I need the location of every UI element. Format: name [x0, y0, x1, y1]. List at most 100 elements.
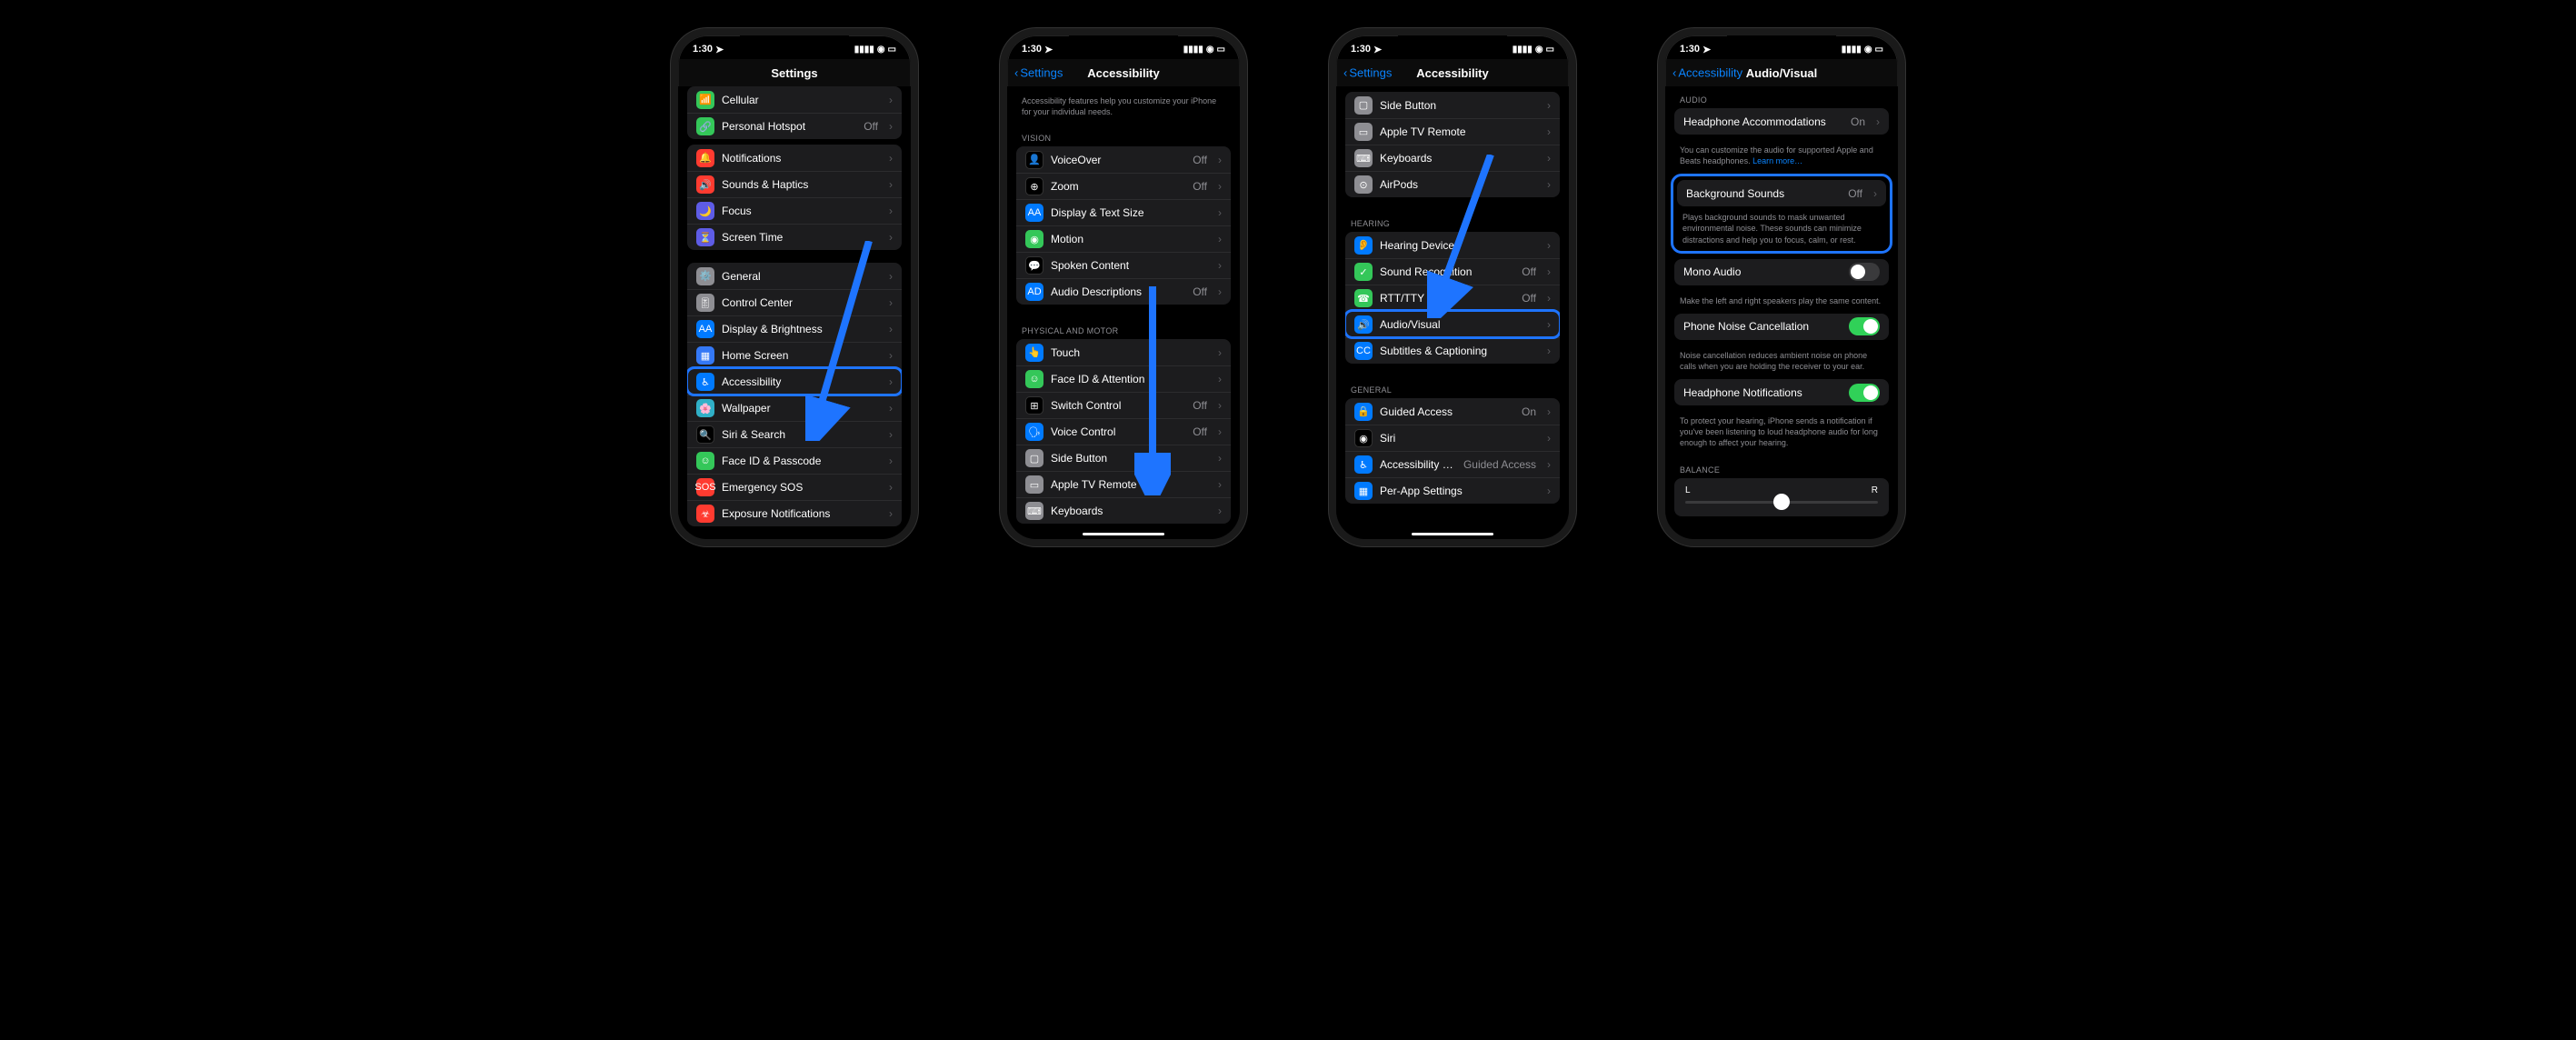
- row-notifications[interactable]: 🔔Notifications›: [687, 145, 902, 171]
- row-voice-control[interactable]: 🗣Voice ControlOff›: [1016, 418, 1231, 445]
- rtt-tty-icon: ☎: [1354, 289, 1373, 307]
- row-face-id-attention[interactable]: ☺Face ID & Attention›: [1016, 365, 1231, 392]
- location-icon: ➤: [1702, 44, 1711, 55]
- row-background-sounds[interactable]: Background Sounds Off ›: [1677, 180, 1886, 206]
- chevron-right-icon: ›: [1873, 187, 1877, 200]
- row-switch-control[interactable]: ⊞Switch ControlOff›: [1016, 392, 1231, 418]
- row-label: Side Button: [1380, 99, 1536, 112]
- row-value: Off: [1193, 154, 1207, 166]
- back-button[interactable]: ‹Accessibility: [1672, 66, 1742, 80]
- back-label: Settings: [1349, 66, 1392, 80]
- row-value: Off: [1522, 292, 1536, 305]
- row-voiceover[interactable]: 👤VoiceOverOff›: [1016, 146, 1231, 173]
- side-button-icon: ▢: [1025, 449, 1043, 467]
- row-general[interactable]: ⚙️General›: [687, 263, 902, 289]
- row-sounds-haptics[interactable]: 🔊Sounds & Haptics›: [687, 171, 902, 197]
- back-button[interactable]: ‹Settings: [1014, 66, 1063, 80]
- row-emergency-sos[interactable]: SOSEmergency SOS›: [687, 474, 902, 500]
- row-home-screen[interactable]: ▦Home Screen›: [687, 342, 902, 368]
- row-label: Keyboards: [1051, 505, 1207, 517]
- row-screen-time[interactable]: ⏳Screen Time›: [687, 224, 902, 250]
- row-display-text-size[interactable]: AADisplay & Text Size›: [1016, 199, 1231, 225]
- row-headphone-notifications[interactable]: Headphone Notifications: [1674, 379, 1889, 405]
- hearing-devices-icon: 👂: [1354, 236, 1373, 255]
- row-headphone-accommodations[interactable]: Headphone Accommodations On ›: [1674, 108, 1889, 135]
- row-hearing-devices[interactable]: 👂Hearing Devices›: [1345, 232, 1560, 258]
- row-value: Off: [1193, 180, 1207, 193]
- row-side-button[interactable]: ▢Side Button›: [1016, 445, 1231, 471]
- footer-mono-audio: Make the left and right speakers play th…: [1665, 291, 1898, 314]
- row-rtt-tty[interactable]: ☎RTT/TTYOff›: [1345, 285, 1560, 311]
- row-motion[interactable]: ◉Motion›: [1016, 225, 1231, 252]
- row-personal-hotspot[interactable]: 🔗Personal HotspotOff›: [687, 113, 902, 139]
- content-scroll[interactable]: ▢Side Button›▭Apple TV Remote›⌨Keyboards…: [1336, 86, 1569, 539]
- row-apple-tv-remote[interactable]: ▭Apple TV Remote›: [1016, 471, 1231, 497]
- row-label: Siri & Search: [722, 428, 878, 441]
- row-label: Apple TV Remote: [1051, 478, 1207, 491]
- row-focus[interactable]: 🌙Focus›: [687, 197, 902, 224]
- guided-access-icon: 🔒: [1354, 403, 1373, 421]
- section-hearing: Hearing: [1336, 210, 1569, 232]
- row-airpods[interactable]: ⊙AirPods›: [1345, 171, 1560, 197]
- voice-control-icon: 🗣: [1025, 423, 1043, 441]
- row-control-center[interactable]: 🎚Control Center›: [687, 289, 902, 315]
- phone-noise-cancellation-toggle[interactable]: [1849, 317, 1880, 335]
- row-per-app-settings[interactable]: ▦Per-App Settings›: [1345, 477, 1560, 504]
- display-brightness-icon: AA: [696, 320, 714, 338]
- row-wallpaper[interactable]: 🌸Wallpaper›: [687, 395, 902, 421]
- group-vision: 👤VoiceOverOff›⊕ZoomOff›AADisplay & Text …: [1016, 146, 1231, 305]
- chevron-right-icon: ›: [1547, 432, 1551, 445]
- row-exposure-notifications[interactable]: ☣Exposure Notifications›: [687, 500, 902, 526]
- row-label: Screen Time: [722, 231, 878, 244]
- headphone-notifications-toggle[interactable]: [1849, 384, 1880, 402]
- group-background-sounds: Background Sounds Off ›: [1677, 180, 1886, 206]
- row-accessibility[interactable]: ♿︎Accessibility›: [687, 368, 902, 395]
- chevron-right-icon: ›: [1547, 125, 1551, 138]
- chevron-right-icon: ›: [1218, 259, 1222, 272]
- audio-visual-icon: 🔊: [1354, 315, 1373, 334]
- content-scroll[interactable]: 📶Cellular›🔗Personal HotspotOff› 🔔Notific…: [678, 86, 911, 539]
- chevron-right-icon: ›: [1218, 346, 1222, 359]
- mono-audio-toggle[interactable]: [1849, 263, 1880, 281]
- row-keyboards[interactable]: ⌨Keyboards›: [1016, 497, 1231, 524]
- chevron-right-icon: ›: [889, 507, 893, 520]
- row-label: Notifications: [722, 152, 878, 165]
- balance-slider-thumb[interactable]: [1773, 494, 1790, 510]
- back-button[interactable]: ‹Settings: [1343, 66, 1392, 80]
- row-touch[interactable]: 👆Touch›: [1016, 339, 1231, 365]
- row-side-button[interactable]: ▢Side Button›: [1345, 92, 1560, 118]
- content-scroll[interactable]: Accessibility features help you customiz…: [1007, 86, 1240, 539]
- learn-more-link[interactable]: Learn more…: [1752, 156, 1802, 165]
- home-indicator[interactable]: [1083, 533, 1164, 535]
- row-label: Focus: [722, 205, 878, 217]
- apple-tv-remote-icon: ▭: [1025, 475, 1043, 494]
- row-face-id-passcode[interactable]: ☺Face ID & Passcode›: [687, 447, 902, 474]
- row-label: Headphone Notifications: [1683, 386, 1842, 399]
- page-title: Accessibility: [1416, 66, 1489, 80]
- chevron-right-icon: ›: [889, 270, 893, 283]
- row-guided-access[interactable]: 🔒Guided AccessOn›: [1345, 398, 1560, 425]
- content-scroll[interactable]: Audio Headphone Accommodations On › You …: [1665, 86, 1898, 539]
- balance-slider[interactable]: [1685, 501, 1878, 504]
- row-zoom[interactable]: ⊕ZoomOff›: [1016, 173, 1231, 199]
- row-apple-tv-remote[interactable]: ▭Apple TV Remote›: [1345, 118, 1560, 145]
- row-siri[interactable]: ◉Siri›: [1345, 425, 1560, 451]
- row-subtitles-captioning[interactable]: CCSubtitles & Captioning›: [1345, 337, 1560, 364]
- row-audio-descriptions[interactable]: ADAudio DescriptionsOff›: [1016, 278, 1231, 305]
- nav-bar: Settings: [678, 59, 911, 86]
- row-sound-recognition[interactable]: ✓Sound RecognitionOff›: [1345, 258, 1560, 285]
- balance-left-label: L: [1685, 485, 1691, 495]
- row-mono-audio[interactable]: Mono Audio: [1674, 259, 1889, 285]
- row-display-brightness[interactable]: AADisplay & Brightness›: [687, 315, 902, 342]
- row-siri-search[interactable]: 🔍Siri & Search›: [687, 421, 902, 447]
- row-accessibility-shortcut[interactable]: ♿︎Accessibility ShortcutGuided Access›: [1345, 451, 1560, 477]
- row-cellular[interactable]: 📶Cellular›: [687, 86, 902, 113]
- row-label: Accessibility Shortcut: [1380, 458, 1456, 471]
- home-indicator[interactable]: [1412, 533, 1493, 535]
- row-keyboards[interactable]: ⌨Keyboards›: [1345, 145, 1560, 171]
- personal-hotspot-icon: 🔗: [696, 117, 714, 135]
- row-spoken-content[interactable]: 💬Spoken Content›: [1016, 252, 1231, 278]
- row-audio-visual[interactable]: 🔊Audio/Visual›: [1345, 311, 1560, 337]
- spoken-content-icon: 💬: [1025, 256, 1043, 275]
- row-phone-noise-cancellation[interactable]: Phone Noise Cancellation: [1674, 314, 1889, 340]
